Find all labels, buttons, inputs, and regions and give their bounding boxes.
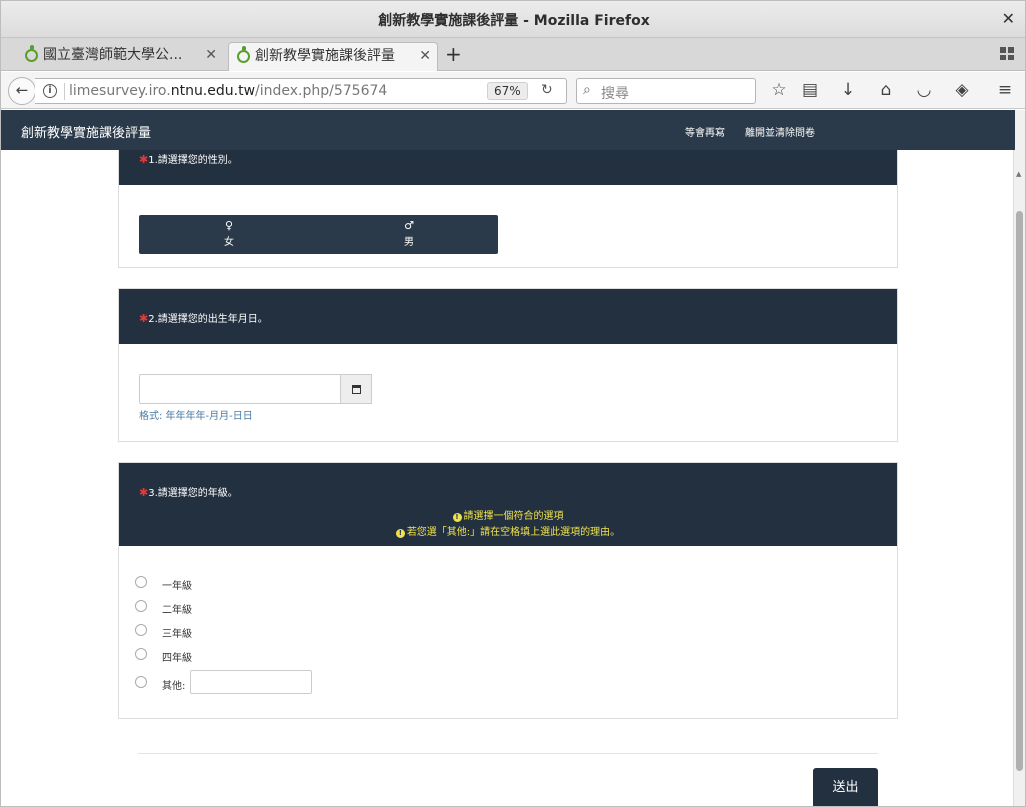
radio-button[interactable] (135, 624, 147, 636)
radio-button[interactable] (135, 648, 147, 660)
question-birthdate: ✱2.請選擇您的出生年月日。 格式: 年年年年-月月-日日 (118, 288, 898, 442)
search-placeholder: 搜尋 (601, 86, 629, 102)
search-input[interactable]: ⌕ 搜尋 (576, 78, 756, 104)
option-label[interactable]: 三年級 (162, 625, 192, 640)
required-star-icon: ✱ (139, 153, 149, 166)
submit-button[interactable]: 送出 (813, 768, 878, 806)
tab-ntnu[interactable]: 國立臺灣師範大學公... ✕ (17, 42, 223, 71)
birthdate-input[interactable] (139, 374, 341, 404)
required-star-icon: ✱ (139, 486, 149, 499)
exclamation-icon: ! (452, 513, 462, 522)
search-icon: ⌕ (583, 82, 591, 98)
question-text: ✱2.請選擇您的出生年月日。 (139, 312, 268, 325)
close-icon[interactable]: ✕ (1002, 9, 1015, 28)
question-tip: ! 請選擇一個符合的選項 (119, 507, 897, 522)
question-text: ✱1.請選擇您的性別。 (139, 153, 238, 166)
radio-button[interactable] (135, 676, 147, 688)
menu-icon[interactable]: ≡ (995, 80, 1015, 100)
title-bar: 創新教學實施課後評量 - Mozilla Firefox ✕ (1, 1, 1025, 38)
gender-button-group: ♀ 女 ♂ 男 (139, 215, 498, 254)
zoom-indicator[interactable]: 67% (487, 82, 528, 100)
exclamation-icon: ! (395, 529, 405, 538)
calendar-button[interactable] (340, 374, 372, 404)
required-star-icon: ✱ (139, 312, 149, 325)
close-tab-icon[interactable]: ✕ (419, 43, 431, 70)
gender-male-button[interactable]: ♂ 男 (319, 215, 499, 254)
reading-list-icon[interactable]: ▤ (800, 80, 820, 100)
resume-later-link[interactable]: 等會再寫 (685, 124, 725, 139)
question-gender: ✱1.請選擇您的性別。 ♀ 女 ♂ 男 (118, 130, 898, 268)
option-label[interactable]: 二年級 (162, 601, 192, 616)
scrollbar-thumb[interactable] (1016, 211, 1023, 771)
gender-label: 男 (404, 237, 414, 248)
browser-window: 創新教學實施課後評量 - Mozilla Firefox ✕ 國立臺灣師範大學公… (0, 0, 1026, 807)
radio-button[interactable] (135, 600, 147, 612)
question-tip: ! 若您選「其他:」請在空格填上選此選項的理由。 (119, 523, 897, 538)
radio-button[interactable] (135, 576, 147, 588)
male-icon: ♂ (404, 219, 414, 232)
question-text: ✱3.請選擇您的年級。 (139, 486, 238, 499)
date-format-hint: 格式: 年年年年-月月-日日 (139, 411, 253, 422)
option-label[interactable]: 一年級 (162, 577, 192, 592)
url-text[interactable]: limesurvey.iro.ntnu.edu.tw/index.php/575… (69, 83, 387, 99)
option-label[interactable]: 四年級 (162, 649, 192, 664)
info-icon[interactable]: i (43, 84, 57, 98)
question-header: ✱3.請選擇您的年級。 ! 請選擇一個符合的選項 ! 若您選「其他:」請在空格填上選… (119, 463, 897, 546)
tab-survey[interactable]: 創新教學實施課後評量 ✕ (228, 42, 438, 71)
new-tab-icon[interactable]: + (445, 42, 462, 66)
page-content: 創新教學實施課後評量 等會再寫 離開並清除問卷 ✱1.請選擇您的性別。 ♀ 女 … (1, 110, 1015, 806)
tab-label: 創新教學實施課後評量 (255, 48, 395, 64)
divider (138, 753, 878, 754)
url-separator (64, 83, 65, 100)
tab-groups-icon[interactable] (1000, 47, 1015, 60)
tab-bar: 國立臺灣師範大學公... ✕ 創新教學實施課後評量 ✕ + (1, 38, 1025, 71)
download-icon[interactable]: ↓ (838, 80, 858, 100)
close-tab-icon[interactable]: ✕ (205, 42, 217, 69)
gender-female-button[interactable]: ♀ 女 (139, 215, 319, 254)
survey-title: 創新教學實施課後評量 (21, 126, 152, 141)
nav-bar: ← i limesurvey.iro.ntnu.edu.tw/index.php… (1, 72, 1025, 109)
window-title: 創新教學實施課後評量 - Mozilla Firefox (378, 13, 650, 29)
gender-label: 女 (224, 237, 234, 248)
limesurvey-favicon-icon (237, 46, 250, 63)
question-header: ✱2.請選擇您的出生年月日。 (119, 289, 897, 344)
option-label[interactable]: 其他: (162, 677, 185, 692)
sync-icon[interactable]: ◈ (952, 80, 972, 100)
exit-clear-link[interactable]: 離開並清除問卷 (745, 124, 815, 139)
calendar-icon (351, 384, 361, 394)
reload-icon[interactable]: ↻ (541, 82, 553, 98)
home-icon[interactable]: ⌂ (876, 80, 896, 100)
limesurvey-favicon-icon (25, 45, 38, 62)
bookmark-star-icon[interactable]: ☆ (769, 80, 789, 100)
scroll-up-icon[interactable]: ▲ (1016, 170, 1021, 178)
female-icon: ♀ (224, 219, 234, 232)
pocket-icon[interactable]: ◡ (914, 80, 934, 100)
back-arrow-icon[interactable]: ← (8, 77, 36, 105)
other-text-input[interactable] (190, 670, 312, 694)
question-grade: ✱3.請選擇您的年級。 ! 請選擇一個符合的選項 ! 若您選「其他:」請在空格填上選… (118, 462, 898, 719)
tab-label: 國立臺灣師範大學公... (43, 47, 183, 63)
survey-header: 創新教學實施課後評量 等會再寫 離開並清除問卷 (1, 110, 1015, 150)
url-bar[interactable]: i limesurvey.iro.ntnu.edu.tw/index.php/5… (35, 78, 567, 104)
